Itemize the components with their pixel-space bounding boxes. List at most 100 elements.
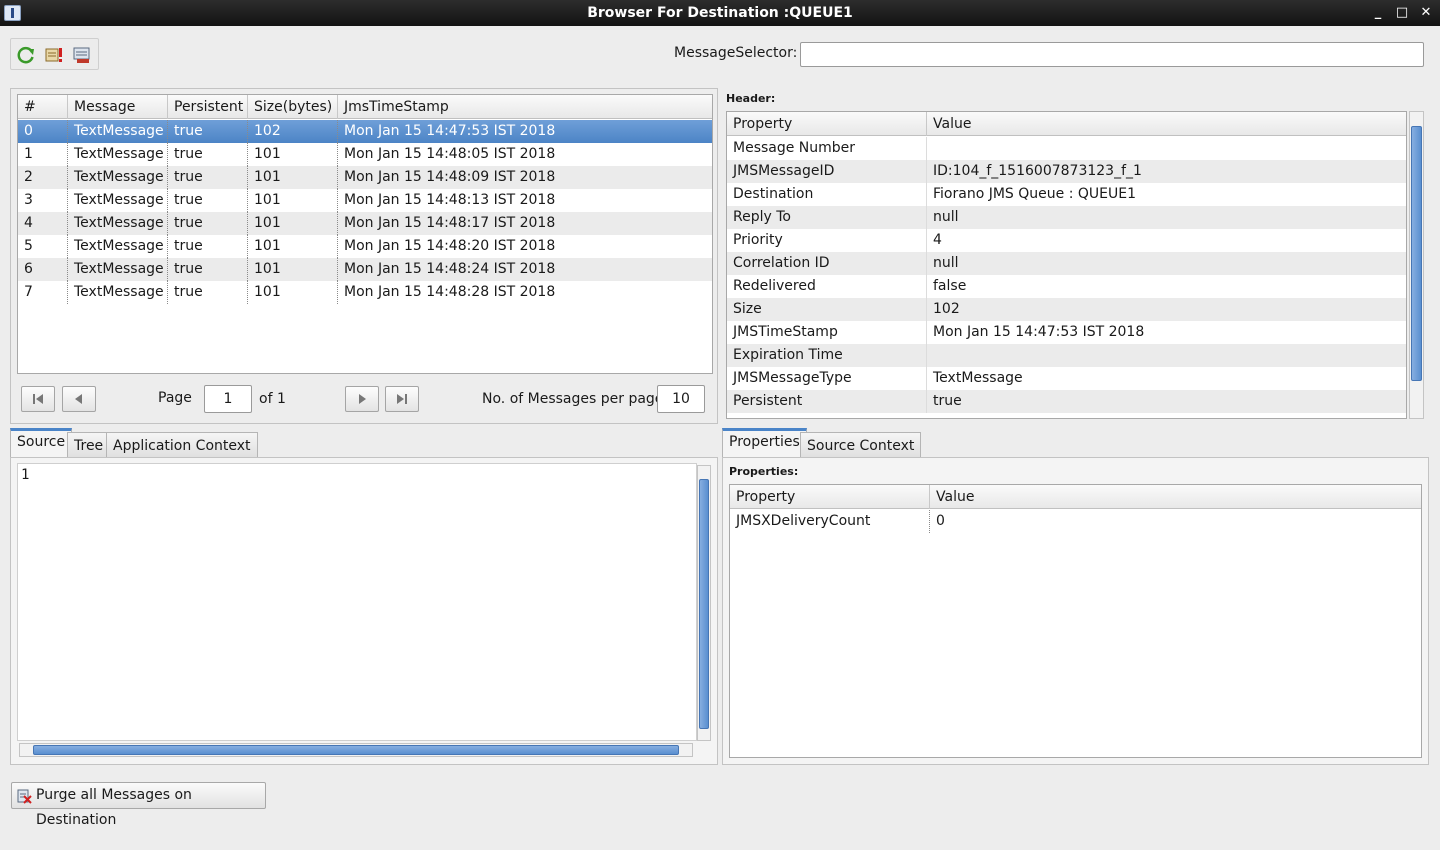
header-property: Reply To bbox=[727, 206, 927, 229]
header-value: Fiorano JMS Queue : QUEUE1 bbox=[933, 186, 1136, 202]
message-alert-icon[interactable] bbox=[43, 44, 65, 66]
column-header-value[interactable]: Value bbox=[927, 112, 1406, 136]
message-row[interactable]: 6 TextMessage true 101 Mon Jan 15 14:48:… bbox=[18, 258, 712, 281]
header-row[interactable]: Size 102 bbox=[727, 298, 1406, 321]
header-row[interactable]: JMSMessageType TextMessage bbox=[727, 367, 1406, 390]
header-scrollbar-thumb[interactable] bbox=[1411, 126, 1422, 381]
message-type: TextMessage bbox=[68, 189, 168, 212]
message-persistent: true bbox=[168, 189, 248, 212]
column-header-property[interactable]: Property bbox=[727, 112, 927, 136]
column-header-persistent[interactable]: Persistent bbox=[168, 95, 248, 119]
header-row[interactable]: Reply To null bbox=[727, 206, 1406, 229]
header-row[interactable]: Persistent true bbox=[727, 390, 1406, 413]
page-number-field[interactable]: 1 bbox=[204, 385, 252, 413]
message-index: 7 bbox=[18, 281, 68, 304]
message-row[interactable]: 3 TextMessage true 101 Mon Jan 15 14:48:… bbox=[18, 189, 712, 212]
header-value: 4 bbox=[933, 232, 942, 248]
column-header-timestamp[interactable]: JmsTimeStamp bbox=[338, 95, 712, 119]
properties-table-header: Property Value bbox=[730, 485, 1421, 509]
message-row[interactable]: 0 TextMessage true 102 Mon Jan 15 14:47:… bbox=[18, 120, 712, 143]
property-row[interactable]: JMSXDeliveryCount 0 bbox=[730, 510, 1421, 533]
tab-application-context[interactable]: Application Context bbox=[106, 432, 258, 459]
source-horizontal-scrollbar[interactable] bbox=[19, 743, 693, 757]
header-property: JMSTimeStamp bbox=[727, 321, 927, 344]
column-header-index[interactable]: # bbox=[18, 95, 68, 119]
column-header-message[interactable]: Message bbox=[68, 95, 168, 119]
message-row[interactable]: 7 TextMessage true 101 Mon Jan 15 14:48:… bbox=[18, 281, 712, 304]
window-title-bar: Browser For Destination :QUEUE1 _ □ ✕ bbox=[0, 0, 1440, 26]
tab-source[interactable]: Source bbox=[10, 428, 73, 457]
next-page-button[interactable] bbox=[345, 386, 379, 412]
message-persistent: true bbox=[168, 212, 248, 235]
app-icon bbox=[4, 5, 21, 21]
message-index: 1 bbox=[18, 143, 68, 166]
source-horizontal-scrollbar-thumb[interactable] bbox=[33, 745, 679, 755]
message-timestamp: Mon Jan 15 14:48:20 IST 2018 bbox=[344, 238, 556, 254]
properties-label: Properties: bbox=[729, 465, 799, 478]
minimize-button[interactable]: _ bbox=[1368, 0, 1388, 26]
header-value: null bbox=[933, 209, 959, 225]
message-type: TextMessage bbox=[68, 281, 168, 304]
message-list-panel: # Message Persistent Size(bytes) JmsTime… bbox=[10, 88, 718, 424]
message-row[interactable]: 5 TextMessage true 101 Mon Jan 15 14:48:… bbox=[18, 235, 712, 258]
previous-page-icon bbox=[75, 394, 82, 404]
header-value: ID:104_f_1516007873123_f_1 bbox=[933, 163, 1142, 179]
close-button[interactable]: ✕ bbox=[1416, 0, 1436, 26]
message-type: TextMessage bbox=[68, 143, 168, 166]
last-page-icon bbox=[397, 394, 407, 404]
messages-per-page-field[interactable]: 10 bbox=[657, 385, 705, 413]
header-property: Size bbox=[727, 298, 927, 321]
page-label: Page bbox=[158, 390, 192, 406]
header-property: Redelivered bbox=[727, 275, 927, 298]
header-row[interactable]: Priority 4 bbox=[727, 229, 1406, 252]
message-type: TextMessage bbox=[68, 235, 168, 258]
source-panel: 1 bbox=[10, 457, 718, 765]
source-vertical-scrollbar-thumb[interactable] bbox=[699, 479, 709, 729]
message-size: 101 bbox=[248, 166, 338, 189]
header-row[interactable]: Message Number bbox=[727, 137, 1406, 160]
message-persistent: true bbox=[168, 235, 248, 258]
message-type: TextMessage bbox=[68, 166, 168, 189]
next-page-icon bbox=[359, 394, 366, 404]
message-timestamp: Mon Jan 15 14:48:28 IST 2018 bbox=[344, 284, 556, 300]
first-page-button[interactable] bbox=[21, 386, 55, 412]
message-row[interactable]: 4 TextMessage true 101 Mon Jan 15 14:48:… bbox=[18, 212, 712, 235]
tab-tree[interactable]: Tree bbox=[67, 432, 111, 459]
purge-button-label: Purge all Messages on Destination bbox=[36, 787, 192, 828]
source-vertical-scrollbar[interactable] bbox=[697, 465, 711, 741]
message-size: 101 bbox=[248, 235, 338, 258]
maximize-button[interactable]: □ bbox=[1392, 0, 1412, 26]
column-header-value[interactable]: Value bbox=[930, 485, 1421, 509]
header-scrollbar[interactable] bbox=[1409, 111, 1424, 419]
message-size: 102 bbox=[248, 120, 338, 143]
previous-page-button[interactable] bbox=[62, 386, 96, 412]
header-row[interactable]: JMSTimeStamp Mon Jan 15 14:47:53 IST 201… bbox=[727, 321, 1406, 344]
header-property: Persistent bbox=[727, 390, 927, 413]
header-row[interactable]: Expiration Time bbox=[727, 344, 1406, 367]
header-row[interactable]: Correlation ID null bbox=[727, 252, 1406, 275]
header-value: false bbox=[933, 278, 967, 294]
message-row[interactable]: 2 TextMessage true 101 Mon Jan 15 14:48:… bbox=[18, 166, 712, 189]
source-text-area[interactable]: 1 bbox=[17, 463, 697, 741]
message-size: 101 bbox=[248, 212, 338, 235]
header-row[interactable]: JMSMessageID ID:104_f_1516007873123_f_1 bbox=[727, 160, 1406, 183]
column-header-property[interactable]: Property bbox=[730, 485, 930, 509]
column-header-size[interactable]: Size(bytes) bbox=[248, 95, 338, 119]
property-name: JMSXDeliveryCount bbox=[730, 510, 930, 533]
message-timestamp: Mon Jan 15 14:48:09 IST 2018 bbox=[344, 169, 556, 185]
last-page-button[interactable] bbox=[385, 386, 419, 412]
header-row[interactable]: Redelivered false bbox=[727, 275, 1406, 298]
header-value bbox=[927, 344, 1406, 367]
message-export-icon[interactable] bbox=[71, 44, 93, 66]
message-timestamp: Mon Jan 15 14:47:53 IST 2018 bbox=[344, 123, 556, 139]
tab-properties[interactable]: Properties bbox=[722, 428, 807, 457]
header-row[interactable]: Destination Fiorano JMS Queue : QUEUE1 bbox=[727, 183, 1406, 206]
refresh-icon[interactable] bbox=[15, 44, 37, 66]
message-selector-input[interactable] bbox=[800, 42, 1424, 67]
purge-all-messages-button[interactable]: Purge all Messages on Destination bbox=[11, 782, 266, 828]
header-property: Destination bbox=[727, 183, 927, 206]
message-row[interactable]: 1 TextMessage true 101 Mon Jan 15 14:48:… bbox=[18, 143, 712, 166]
message-table: # Message Persistent Size(bytes) JmsTime… bbox=[17, 94, 713, 374]
tab-source-context[interactable]: Source Context bbox=[800, 432, 922, 459]
header-label: Header: bbox=[726, 92, 776, 105]
